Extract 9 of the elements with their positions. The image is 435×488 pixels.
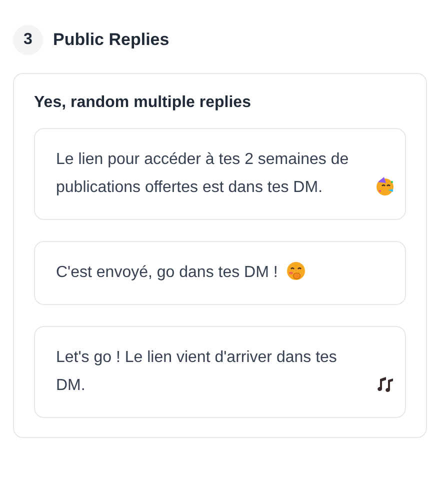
reply-text: C'est envoyé, go dans tes DM ! [56,263,278,283]
section-title: Public Replies [53,30,170,50]
panel-title: Yes, random multiple replies [34,94,252,112]
giggling-face-icon [286,261,306,281]
music-notes-icon [375,374,395,394]
step-number: 3 [13,25,43,55]
party-face-icon [375,176,395,196]
reply-text: Le lien pour accéder à tes 2 semaines de publications offertes est dans tes DM. [56,150,350,198]
reply-text: Let's go ! Le lien vient d'arriver dans tes DM. [56,348,338,396]
